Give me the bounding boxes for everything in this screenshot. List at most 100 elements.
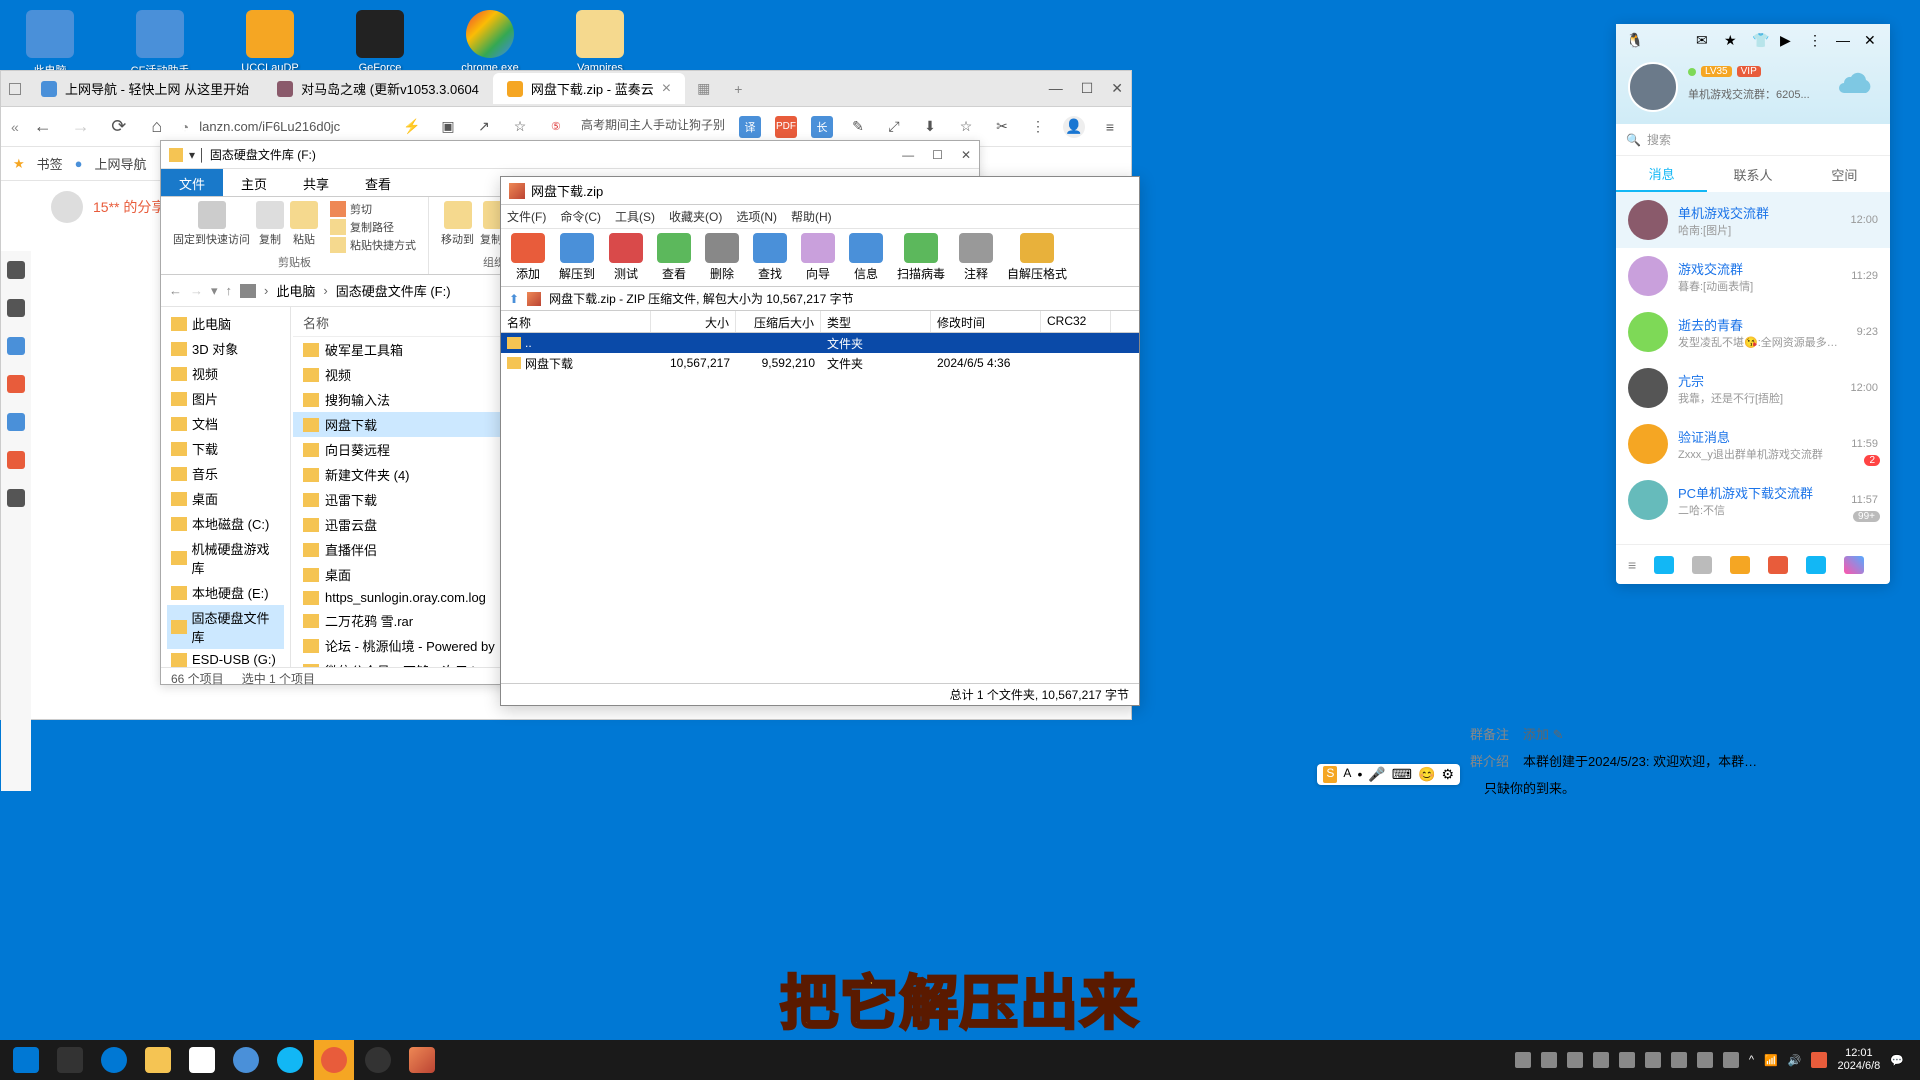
extension-icon[interactable]: ✎ — [847, 116, 869, 138]
new-tab-button[interactable]: ▦ — [685, 80, 722, 97]
toolbar-button[interactable]: 扫描病毒 — [897, 233, 945, 282]
profile-icon[interactable]: 👤 — [1063, 116, 1085, 138]
menu-icon[interactable]: ≡ — [1099, 116, 1121, 138]
copy-button[interactable]: 复制 — [256, 201, 284, 253]
toolbar-button[interactable]: 自解压格式 — [1007, 233, 1067, 282]
toolbar-button[interactable]: 删除 — [705, 233, 739, 282]
app-icon[interactable] — [1730, 556, 1750, 574]
minimize-icon[interactable]: — — [1049, 80, 1063, 97]
app-icon[interactable] — [1692, 556, 1712, 574]
maximize-icon[interactable]: ☐ — [1081, 80, 1094, 97]
screenshot-icon[interactable]: ✂ — [991, 116, 1013, 138]
taskbar-app[interactable] — [182, 1040, 222, 1080]
toolbar-button[interactable]: 解压到 — [559, 233, 595, 282]
search-input[interactable]: 🔍 搜索 — [1616, 124, 1890, 156]
move-to-button[interactable]: 移动到 — [441, 201, 474, 247]
edit-remark[interactable]: 添加 ✎ — [1523, 724, 1564, 743]
shirt-icon[interactable]: 👕 — [1752, 32, 1768, 48]
maximize-icon[interactable]: ☐ — [932, 148, 943, 162]
nav-tree-item[interactable]: 3D 对象 — [167, 336, 284, 361]
sidebar-icon[interactable] — [7, 299, 25, 317]
tray-icon[interactable] — [1645, 1052, 1661, 1068]
toolbar-button[interactable]: 添加 — [511, 233, 545, 282]
menu-item[interactable]: 命令(C) — [560, 208, 601, 225]
start-button[interactable] — [6, 1040, 46, 1080]
nav-tree-item[interactable]: 桌面 — [167, 486, 284, 511]
chat-item[interactable]: 单机游戏交流群哈南:[图片]12:00 — [1616, 192, 1890, 248]
cut-button[interactable]: 剪切 — [330, 201, 416, 217]
column-header[interactable]: 名称 — [501, 311, 651, 332]
ribbon-tab-file[interactable]: 文件 — [161, 169, 223, 196]
nav-tree-item[interactable]: 音乐 — [167, 461, 284, 486]
more-icon[interactable]: ⋮ — [1808, 32, 1824, 48]
ribbon-tab-share[interactable]: 共享 — [285, 169, 347, 196]
toolbar-button[interactable]: 注释 — [959, 233, 993, 282]
reload-button[interactable]: ⟳ — [105, 113, 133, 141]
chat-item[interactable]: 亢宗我靠，还是不行[捂脸]12:00 — [1616, 360, 1890, 416]
forward-button[interactable] — [67, 113, 95, 141]
nav-forward-icon[interactable] — [190, 283, 203, 298]
toolbar-button[interactable]: 测试 — [609, 233, 643, 282]
chat-item[interactable]: 逝去的青春发型凌乱不堪😘:全网资源最多的网站,9:23 — [1616, 304, 1890, 360]
app-icon[interactable] — [1806, 556, 1826, 574]
download-icon[interactable]: ⬇ — [919, 116, 941, 138]
home-button[interactable]: ⌂ — [143, 113, 171, 141]
nav-tree-item[interactable]: 视频 — [167, 361, 284, 386]
tray-icon[interactable] — [1697, 1052, 1713, 1068]
chat-item[interactable]: PC单机游戏下载交流群二哈:不信11:5799+ — [1616, 472, 1890, 528]
tray-icon[interactable] — [1671, 1052, 1687, 1068]
tab-contacts[interactable]: 联系人 — [1707, 156, 1798, 192]
taskbar-app[interactable] — [94, 1040, 134, 1080]
sidebar-icon[interactable] — [7, 261, 25, 279]
menu-item[interactable]: 选项(N) — [736, 208, 777, 225]
taskbar-app[interactable] — [314, 1040, 354, 1080]
archive-row[interactable]: ..文件夹 — [501, 333, 1139, 353]
menu-item[interactable]: 帮助(H) — [791, 208, 832, 225]
ime-icon[interactable] — [1811, 1052, 1827, 1068]
paste-button[interactable]: 粘贴 — [290, 201, 318, 253]
extension-icon[interactable]: ↗ — [473, 116, 495, 138]
extension-icon[interactable]: 长 — [811, 116, 833, 138]
ribbon-tab-home[interactable]: 主页 — [223, 169, 285, 196]
sidebar-icon[interactable] — [7, 337, 25, 355]
nav-tree-item[interactable]: 固态硬盘文件库 — [167, 605, 284, 649]
toolbar-button[interactable]: 信息 — [849, 233, 883, 282]
nav-tree-item[interactable]: 本地硬盘 (E:) — [167, 580, 284, 605]
browser-tab[interactable]: 对马岛之魂 (更新v1053.3.0604 — [263, 73, 493, 104]
column-header[interactable]: CRC32 — [1041, 311, 1111, 332]
nav-back-icon[interactable] — [169, 283, 182, 298]
sidebar-icon[interactable] — [7, 413, 25, 431]
url-input[interactable]: lanzn.com/iF6Lu216d0jc — [199, 119, 379, 134]
search-button[interactable] — [50, 1040, 90, 1080]
app-icon[interactable] — [1768, 556, 1788, 574]
sidebar-icon[interactable] — [7, 451, 25, 469]
video-icon[interactable]: ▶ — [1780, 32, 1796, 48]
close-icon[interactable]: ✕ — [1111, 80, 1123, 97]
tray-icon[interactable] — [1567, 1052, 1583, 1068]
extension-icon[interactable]: PDF — [775, 116, 797, 138]
copy-path-button[interactable]: 复制路径 — [330, 219, 416, 235]
sidebar-icon[interactable] — [7, 375, 25, 393]
column-header[interactable]: 大小 — [651, 311, 736, 332]
menu-item[interactable]: 文件(F) — [507, 208, 546, 225]
desktop-icon[interactable]: GeForce — [350, 10, 410, 78]
favorites-icon[interactable]: ☆ — [955, 116, 977, 138]
nav-tree-item[interactable]: 文档 — [167, 411, 284, 436]
browser-tab-active[interactable]: 网盘下载.zip - 蓝奏云× — [493, 73, 685, 104]
clock[interactable]: 12:01 2024/6/8 — [1837, 1047, 1880, 1073]
apps-icon[interactable] — [1844, 556, 1864, 574]
desktop-icon[interactable]: UCCLauDP — [240, 10, 300, 78]
tray-icon[interactable] — [1515, 1052, 1531, 1068]
tray-icon[interactable] — [1619, 1052, 1635, 1068]
add-tab-button[interactable]: + — [722, 81, 754, 97]
minimize-icon[interactable]: — — [1836, 32, 1852, 48]
taskbar-app[interactable] — [358, 1040, 398, 1080]
nav-tree-item[interactable]: ESD-USB (G:) — [167, 649, 284, 667]
more-icon[interactable]: ⋮ — [1027, 116, 1049, 138]
paste-shortcut-button[interactable]: 粘贴快捷方式 — [330, 237, 416, 253]
extension-icon[interactable]: ⚡ — [401, 116, 423, 138]
nav-tree-item[interactable]: 本地磁盘 (C:) — [167, 511, 284, 536]
contact-icon[interactable] — [1654, 556, 1674, 574]
chat-item[interactable]: 游戏交流群暮春:[动画表情]11:29 — [1616, 248, 1890, 304]
cloud-icon[interactable] — [1836, 68, 1876, 98]
